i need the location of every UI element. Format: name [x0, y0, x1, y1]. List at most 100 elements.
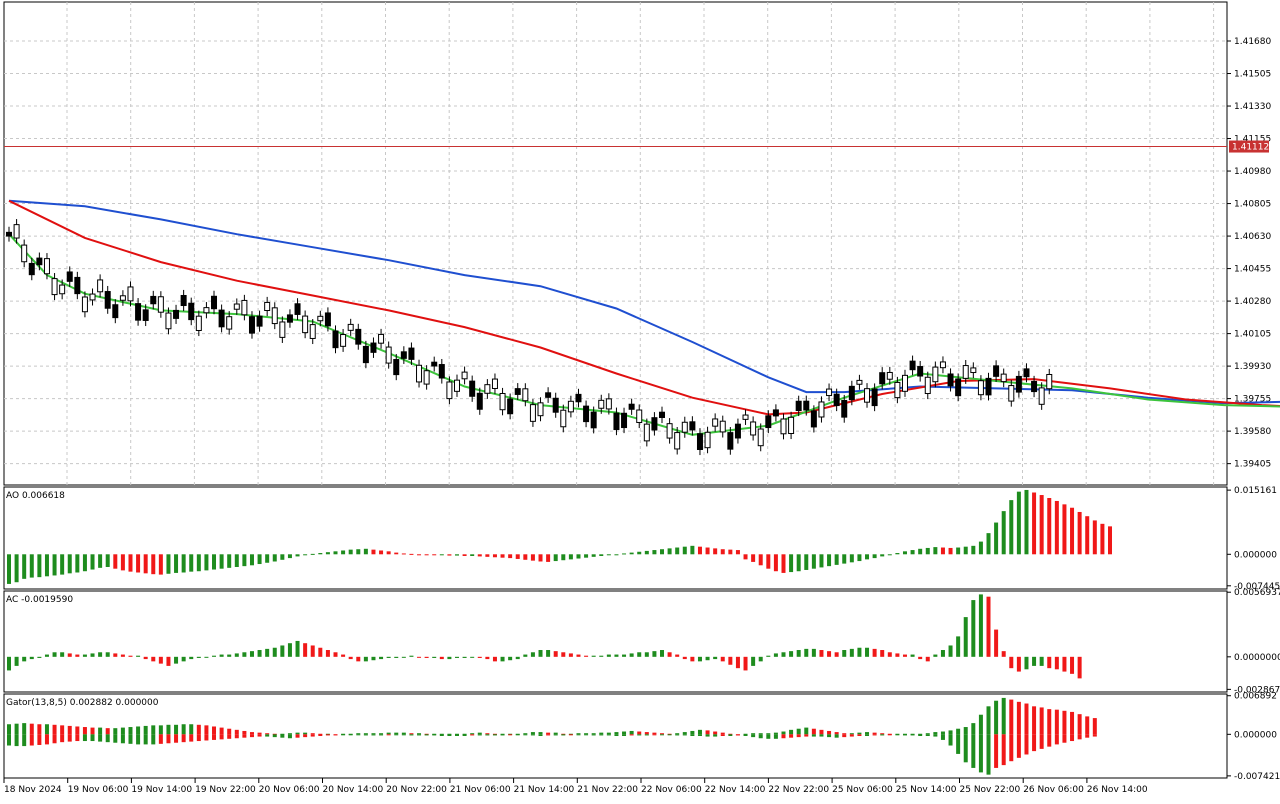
- candle-bear: [400, 351, 407, 359]
- gator-upper-bar: [925, 733, 930, 735]
- gator-upper-bar: [1024, 703, 1029, 735]
- gator-lower-bar: [432, 734, 437, 736]
- gator-lower-bar: [447, 734, 452, 736]
- gator-upper-bar: [880, 733, 885, 735]
- alligator-lips-line: [8, 233, 1280, 436]
- gator-upper-bar: [470, 733, 475, 735]
- gator-upper-bar: [174, 724, 179, 735]
- ac-bar: [310, 645, 315, 657]
- gator-lower-bar: [940, 734, 945, 740]
- ao-bar: [7, 554, 11, 584]
- gator-lower-bar: [257, 734, 262, 737]
- gator-upper-bar: [227, 728, 232, 735]
- gator-lower-bar: [523, 734, 528, 736]
- gator-lower-bar: [272, 734, 277, 738]
- candle-bull: [233, 303, 240, 310]
- gator-lower-bar: [865, 734, 870, 736]
- gator-upper-bar: [584, 733, 589, 735]
- gator-upper-bar: [697, 729, 702, 735]
- ac-bar: [409, 655, 414, 657]
- gator-upper-bar: [158, 725, 163, 735]
- ao-bar: [842, 554, 847, 564]
- gator-upper-bar: [37, 724, 42, 735]
- gator-lower-bar: [67, 734, 72, 742]
- gator-upper-bar: [546, 732, 551, 735]
- ao-bar: [735, 550, 740, 555]
- candle-bull: [203, 307, 210, 314]
- ao-bar: [591, 554, 596, 557]
- ao-bar: [234, 554, 239, 567]
- gator-upper-bar: [538, 732, 543, 735]
- candle-bear: [393, 359, 400, 376]
- gator-lower-bar: [166, 734, 171, 744]
- ao-bar: [1047, 498, 1052, 555]
- gator-upper-bar: [181, 724, 186, 735]
- ac-bar: [667, 652, 672, 657]
- gator-lower-bar: [356, 734, 361, 736]
- gator-lower-bar: [599, 734, 604, 736]
- gator-upper-bar: [52, 724, 57, 735]
- candle-bear: [947, 373, 954, 387]
- ac-bar: [454, 656, 459, 658]
- ao-bar: [667, 548, 672, 555]
- ao-bar: [1024, 489, 1029, 555]
- gator-lower-bar: [1062, 734, 1067, 743]
- ao-bar: [325, 552, 330, 555]
- ac-bar: [341, 654, 346, 657]
- ao-bar: [599, 554, 604, 556]
- ac-bar: [1016, 656, 1021, 672]
- candle-bull: [856, 379, 863, 385]
- chart-canvas[interactable]: 1.416801.415051.413301.411551.409801.408…: [0, 0, 1280, 800]
- ao-bar: [189, 554, 194, 572]
- candle-bear: [370, 342, 377, 353]
- ao-bar: [819, 554, 824, 568]
- ao-bar: [371, 549, 376, 555]
- gator-lower-bar: [1092, 734, 1097, 737]
- ao-bar: [1062, 504, 1067, 555]
- ao-bar: [318, 553, 323, 555]
- gator-lower-bar: [242, 734, 247, 738]
- gator-upper-bar: [379, 733, 384, 735]
- gator-lower-bar: [622, 734, 627, 736]
- price-tick-label: 1.39580: [1234, 427, 1271, 437]
- ac-bar: [789, 651, 794, 657]
- ao-bar: [644, 550, 649, 555]
- price-tick-label: 1.40280: [1234, 297, 1271, 307]
- gator-upper-bar: [857, 732, 862, 735]
- gator-upper-bar: [257, 732, 262, 735]
- ao-bar: [690, 545, 695, 555]
- gator-lower-bar: [660, 734, 665, 736]
- ao-bar: [409, 553, 414, 555]
- candle-bear: [362, 345, 369, 364]
- ao-bar: [1001, 511, 1006, 555]
- ac-bar: [728, 656, 733, 665]
- price-tick-label: 1.41505: [1234, 70, 1271, 80]
- gator-lower-bar: [265, 734, 270, 737]
- ac-bar: [538, 650, 543, 657]
- ac-bar: [849, 648, 854, 657]
- ao-bar: [834, 554, 839, 565]
- gator-upper-bar: [401, 732, 406, 735]
- candle-bear: [1015, 375, 1022, 393]
- ac-bar: [394, 656, 399, 658]
- trading-chart[interactable]: 1.41680 1.41505 1.41330 1.41155 1.40980 1.408…: [0, 0, 1280, 800]
- ac-bar: [1039, 656, 1044, 666]
- gator-lower-bar: [439, 734, 444, 736]
- candle-bear: [552, 397, 559, 413]
- candle-bull: [1000, 373, 1007, 383]
- ac-bar: [614, 654, 619, 657]
- ao-bar: [44, 554, 49, 577]
- gator-lower-bar: [667, 734, 672, 736]
- gator-lower-bar: [477, 734, 482, 736]
- candle-bull: [195, 315, 202, 331]
- ao-bar: [751, 554, 756, 562]
- gator-lower-bar: [424, 734, 429, 736]
- candle-bull: [81, 296, 88, 313]
- ao-bar: [629, 552, 634, 555]
- ao-bar: [303, 554, 308, 556]
- gator-lower-bar: [758, 734, 763, 739]
- ac-bar: [333, 652, 338, 657]
- gator-lower-bar: [1077, 734, 1082, 740]
- candle-bull: [719, 420, 726, 433]
- ac-bar: [470, 656, 475, 658]
